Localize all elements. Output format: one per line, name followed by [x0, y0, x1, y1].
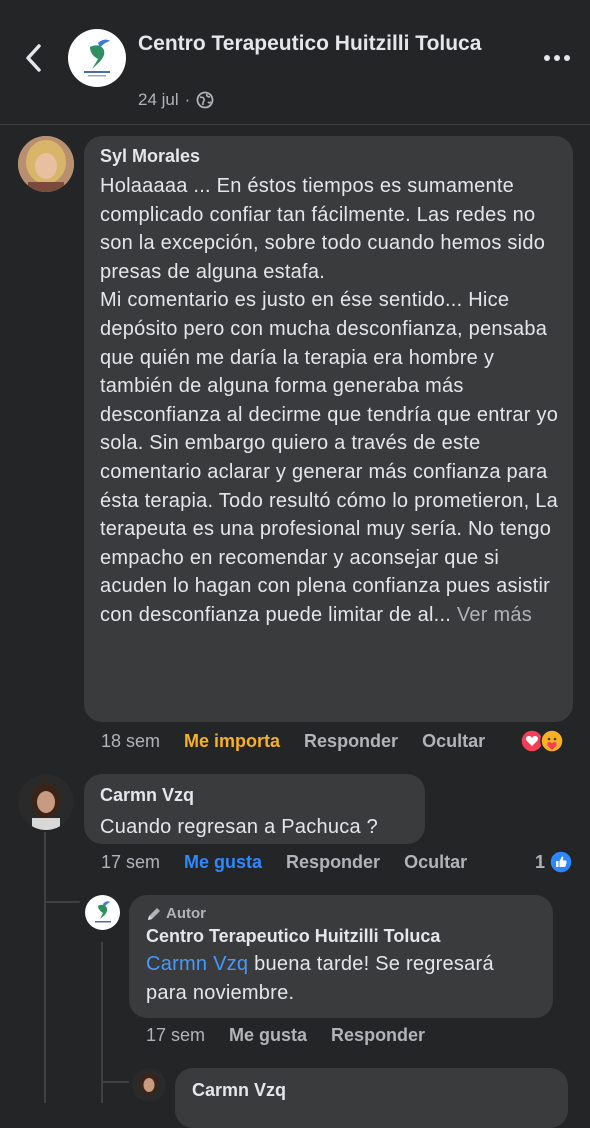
reply-bubble[interactable]: Autor Centro Terapeutico Huitzilli Toluc… — [129, 895, 553, 1018]
like-icon — [549, 850, 573, 874]
globe-icon — [196, 91, 214, 109]
reply-author[interactable]: Centro Terapeutico Huitzilli Toluca — [146, 924, 537, 948]
post-date[interactable]: 24 jul — [138, 90, 179, 110]
thread-connector — [101, 1081, 129, 1083]
thread-connector — [101, 942, 103, 1103]
mention-link[interactable]: Carmn Vzq — [146, 953, 248, 975]
reply-button[interactable]: Responder — [304, 731, 398, 752]
reply-bubble[interactable]: Carmn Vzq — [175, 1068, 568, 1128]
comment-bubble[interactable]: Syl Morales Holaaaaa ... En éstos tiempo… — [84, 136, 573, 722]
hide-button[interactable]: Ocultar — [422, 731, 485, 752]
profile-photo-icon — [18, 774, 74, 830]
comment-paragraph: Mi comentario es justo en ése sentido...… — [100, 286, 559, 629]
reaction-summary[interactable]: 1 — [535, 850, 573, 874]
post-meta: 24 jul · — [138, 90, 214, 110]
comment-author[interactable]: Carmn Vzq — [100, 783, 409, 807]
reply-time[interactable]: 17 sem — [146, 1025, 205, 1046]
care-icon — [540, 729, 564, 753]
like-count: 1 — [535, 851, 546, 872]
comment-text: Cuando regresan a Pachuca ? — [100, 816, 379, 838]
pencil-icon — [148, 907, 160, 920]
see-more-link[interactable]: Ver más — [457, 604, 532, 626]
author-badge-label: Autor — [166, 905, 206, 922]
page-avatar[interactable] — [68, 29, 126, 87]
hummingbird-logo-icon — [95, 901, 111, 923]
comment-actions: 18 sem Me importa Responder Ocultar — [101, 729, 581, 753]
comment-bubble[interactable]: Carmn Vzq Cuando regresan a Pachuca ? — [84, 774, 425, 844]
comment-author[interactable]: Syl Morales — [100, 144, 559, 168]
page-title[interactable]: Centro Terapeutico Huitzilli Toluca — [138, 30, 498, 58]
like-button[interactable]: Me gusta — [229, 1025, 307, 1046]
hide-button[interactable]: Ocultar — [404, 852, 467, 873]
like-button[interactable]: Me gusta — [184, 852, 262, 873]
meta-separator: · — [184, 90, 191, 109]
avatar-carmn-vzq[interactable] — [18, 774, 74, 830]
avatar-page-author[interactable] — [85, 895, 120, 930]
comment-time[interactable]: 18 sem — [101, 731, 160, 752]
more-options-icon[interactable] — [542, 48, 572, 68]
thread-connector — [44, 901, 80, 903]
avatar-syl-morales[interactable] — [18, 136, 74, 192]
comment-text: Holaaaaa ... En éstos tiempos es sumamen… — [100, 172, 559, 630]
comment-actions: 17 sem Me gusta Responder Ocultar 1 — [101, 850, 581, 874]
hummingbird-logo-icon — [84, 39, 110, 77]
reply-button[interactable]: Responder — [286, 852, 380, 873]
author-badge: Autor — [146, 905, 537, 922]
reply-text: Carmn Vzq buena tarde! Se regresará para… — [146, 950, 537, 1007]
comment-paragraph: Holaaaaa ... En éstos tiempos es sumamen… — [100, 175, 546, 283]
profile-photo-icon — [18, 136, 74, 192]
comment-paragraph-text: Mi comentario es justo en ése sentido...… — [100, 289, 559, 626]
avatar-carmn-vzq[interactable] — [132, 1068, 166, 1102]
reply-button[interactable]: Responder — [331, 1025, 425, 1046]
profile-photo-icon — [132, 1068, 166, 1102]
reaction-button[interactable]: Me importa — [184, 731, 280, 752]
comment-time[interactable]: 17 sem — [101, 852, 160, 873]
reaction-summary[interactable] — [520, 729, 564, 753]
back-chevron-icon[interactable] — [22, 40, 46, 76]
reply-actions: 17 sem Me gusta Responder — [146, 1025, 425, 1046]
post-header: Centro Terapeutico Huitzilli Toluca 24 j… — [0, 0, 590, 125]
reply-author[interactable]: Carmn Vzq — [192, 1078, 552, 1102]
thread-connector — [44, 832, 46, 1103]
